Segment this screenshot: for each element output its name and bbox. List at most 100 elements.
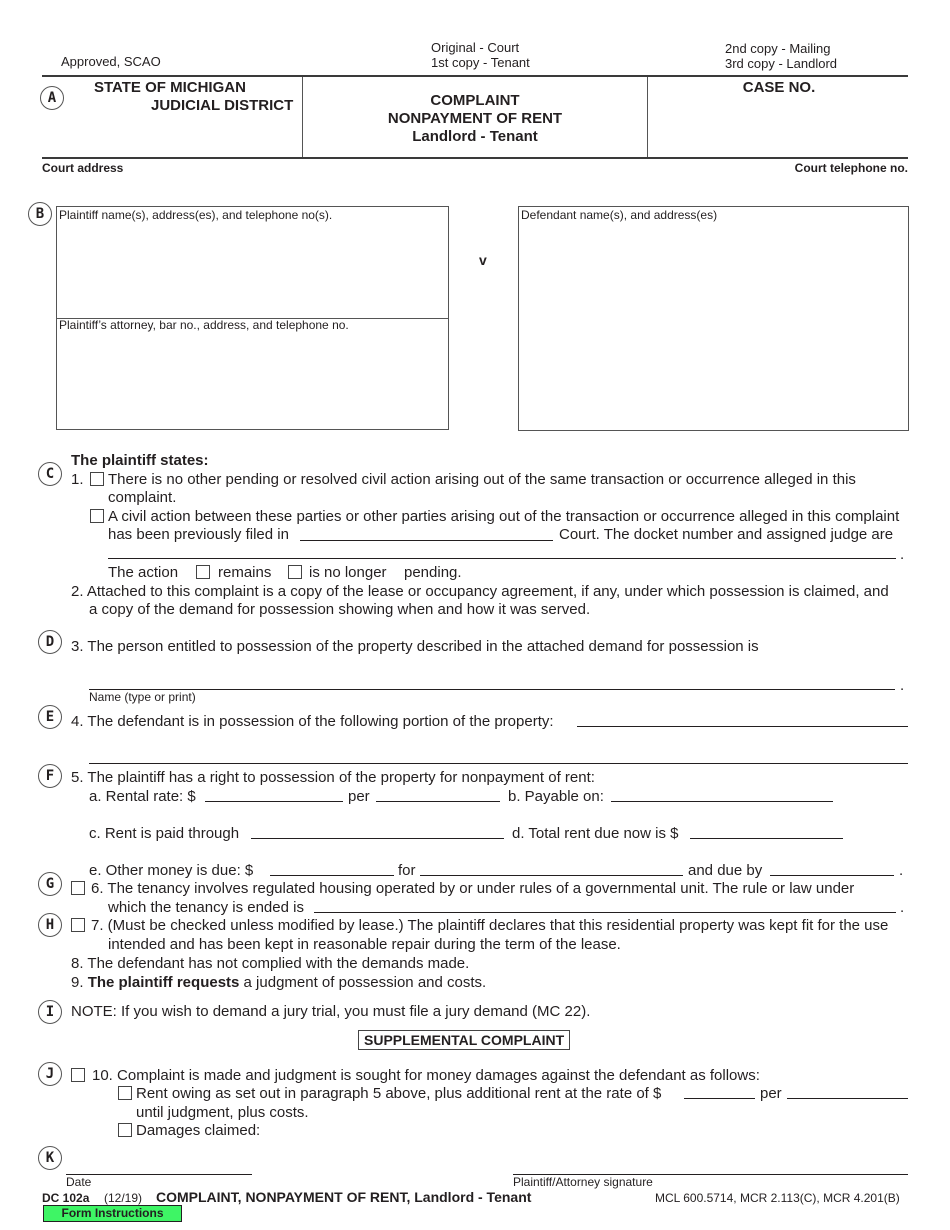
marker-d: D: [38, 630, 62, 654]
s5e-due: and due by: [688, 862, 763, 879]
action-label: The action: [108, 564, 179, 581]
s5e-label: e. Other money is due: $: [89, 862, 254, 879]
form-title-line-3: Landlord - Tenant: [412, 128, 538, 145]
rental-rate-field[interactable]: [205, 801, 343, 802]
court-address-label: Court address: [42, 161, 124, 175]
payable-on-field[interactable]: [611, 801, 833, 802]
s1-no-action-checkbox[interactable]: [90, 472, 104, 486]
footer-title: COMPLAINT, NONPAYMENT OF RENT, Landlord …: [156, 1189, 532, 1205]
person-entitled-field[interactable]: [89, 689, 895, 690]
s4-text: 4. The defendant is in possession of the…: [71, 713, 554, 730]
form-revision: (12/19): [104, 1191, 143, 1205]
prior-court-field[interactable]: [300, 540, 553, 541]
marker-a: A: [40, 86, 64, 110]
s5-text: 5. The plaintiff has a right to possessi…: [71, 769, 595, 786]
header-divider-1: [302, 77, 303, 157]
approved-label: Approved, SCAO: [61, 54, 161, 69]
s7-line-1: 7. (Must be checked unless modified by l…: [91, 917, 889, 934]
s1-prior-action-checkbox[interactable]: [90, 509, 104, 523]
name-caption: Name (type or print): [89, 690, 196, 704]
s9-text: 9. The plaintiff requests a judgment of …: [71, 974, 486, 991]
docket-judge-field[interactable]: [108, 558, 896, 559]
jury-note: NOTE: If you wish to demand a jury trial…: [71, 1003, 591, 1020]
form-instructions-button[interactable]: Form Instructions: [43, 1205, 182, 1222]
s9-rest: a judgment of possession and costs.: [239, 974, 487, 991]
s7-line-2: intended and has been kept in reasonable…: [108, 936, 621, 953]
s5d-label: d. Total rent due now is $: [512, 825, 679, 842]
s6-checkbox[interactable]: [71, 881, 85, 895]
marker-c: C: [38, 462, 62, 486]
remains-checkbox[interactable]: [196, 565, 210, 579]
s1-number: 1.: [71, 471, 84, 488]
additional-rent-rate-field[interactable]: [684, 1098, 755, 1099]
s8-text: 8. The defendant has not complied with t…: [71, 955, 470, 972]
s10-checkbox[interactable]: [71, 1068, 85, 1082]
s3-text: 3. The person entitled to possession of …: [71, 638, 759, 655]
period-1: .: [900, 546, 905, 563]
s7-checkbox[interactable]: [71, 918, 85, 932]
attorney-box[interactable]: Plaintiff’s attorney, bar no., address, …: [56, 318, 449, 430]
damages-text: Damages claimed:: [136, 1122, 261, 1139]
rent-owing-text: Rent owing as set out in paragraph 5 abo…: [136, 1085, 662, 1102]
state-label: STATE OF MICHIGAN: [94, 79, 246, 96]
copy-third: 3rd copy - Landlord: [725, 56, 838, 71]
rule-law-field[interactable]: [314, 912, 896, 913]
other-money-field[interactable]: [270, 875, 394, 876]
until-judgment-text: until judgment, plus costs.: [136, 1104, 309, 1121]
header-bottom-rule: [42, 157, 908, 159]
s1b-line-1: A civil action between these parties or …: [108, 508, 900, 525]
s5a-label: a. Rental rate: $: [89, 788, 196, 805]
marker-k: K: [38, 1146, 62, 1170]
defendant-label: Defendant name(s), and address(es): [521, 208, 718, 222]
period-4: .: [900, 899, 905, 916]
case-no-field[interactable]: [652, 100, 906, 154]
due-by-field[interactable]: [770, 875, 894, 876]
date-caption: Date: [66, 1175, 92, 1189]
attorney-label: Plaintiff’s attorney, bar no., address, …: [59, 318, 349, 332]
marker-h: H: [38, 913, 62, 937]
header-top-rule: [42, 75, 908, 77]
portion-field-2[interactable]: [89, 763, 908, 764]
form-title: COMPLAINT NONPAYMENT OF RENT Landlord - …: [305, 92, 645, 146]
statements-heading: The plaintiff states:: [71, 452, 209, 469]
marker-b: B: [28, 202, 52, 226]
s2-line-2: a copy of the demand for possession show…: [89, 601, 591, 618]
case-no-label: CASE NO.: [742, 79, 816, 96]
s2-line-1: 2. Attached to this complaint is a copy …: [71, 583, 889, 600]
s6-line-2: which the tenancy is ended is: [108, 899, 304, 916]
form-title-line-1: COMPLAINT: [430, 92, 520, 109]
s10-text: 10. Complaint is made and judgment is so…: [92, 1067, 760, 1084]
marker-g: G: [38, 872, 62, 896]
rent-owing-checkbox[interactable]: [118, 1086, 132, 1100]
period-2: .: [900, 677, 905, 694]
s6-line-1: 6. The tenancy involves regulated housin…: [91, 880, 855, 897]
rental-period-field[interactable]: [376, 801, 500, 802]
copy-first: 1st copy - Tenant: [431, 55, 530, 70]
form-number: DC 102a: [42, 1191, 90, 1205]
form-title-line-2: NONPAYMENT OF RENT: [387, 110, 563, 127]
total-rent-field[interactable]: [690, 838, 843, 839]
copy-second: 2nd copy - Mailing: [725, 41, 831, 56]
period-3: .: [899, 862, 904, 879]
s5b-label: b. Payable on:: [508, 788, 604, 805]
damages-checkbox[interactable]: [118, 1123, 132, 1137]
paid-through-field[interactable]: [251, 838, 504, 839]
s1a-line-2: complaint.: [108, 489, 177, 506]
date-field[interactable]: [66, 1174, 252, 1175]
other-money-for-field[interactable]: [420, 875, 683, 876]
no-longer-checkbox[interactable]: [288, 565, 302, 579]
pending-label: pending.: [404, 564, 462, 581]
plaintiff-box[interactable]: Plaintiff name(s), address(es), and tele…: [56, 206, 449, 319]
marker-f: F: [38, 764, 62, 788]
s1b-line-2-post: Court. The docket number and assigned ju…: [559, 526, 894, 543]
versus-label: v: [479, 252, 487, 268]
s1a-line-1: There is no other pending or resolved ci…: [108, 471, 856, 488]
court-telephone-label: Court telephone no.: [794, 161, 908, 175]
supplemental-title: SUPPLEMENTAL COMPLAINT: [358, 1030, 571, 1050]
defendant-box[interactable]: Defendant name(s), and address(es): [518, 206, 909, 431]
s5e-for: for: [398, 862, 416, 879]
additional-rent-period-field[interactable]: [787, 1098, 908, 1099]
s5a-per: per: [348, 788, 370, 805]
portion-field-1[interactable]: [577, 726, 908, 727]
district-label: JUDICIAL DISTRICT: [151, 97, 294, 114]
